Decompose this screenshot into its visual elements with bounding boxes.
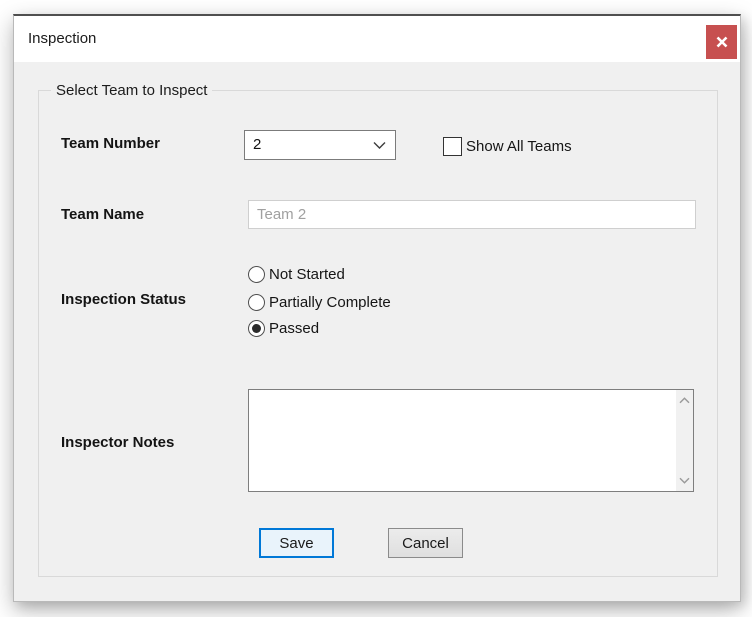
chevron-up-icon: [679, 397, 690, 404]
team-number-value: 2: [253, 131, 261, 159]
team-number-label: Team Number: [61, 135, 160, 152]
team-number-dropdown[interactable]: 2: [244, 130, 396, 160]
scroll-up-button[interactable]: [676, 392, 693, 409]
groupbox-legend: Select Team to Inspect: [51, 81, 212, 101]
radio-option-passed[interactable]: Passed: [248, 318, 319, 338]
show-all-teams-checkbox[interactable]: [443, 137, 462, 156]
chevron-down-icon: [679, 477, 690, 484]
inspector-notes-textarea[interactable]: [248, 389, 694, 492]
radio-circle-icon[interactable]: [248, 294, 265, 311]
close-button[interactable]: [706, 25, 737, 59]
radio-circle-icon[interactable]: [248, 266, 265, 283]
radio-label-not-started[interactable]: Not Started: [269, 266, 345, 283]
inspector-notes-label: Inspector Notes: [61, 434, 174, 451]
team-name-field: Team 2: [248, 200, 696, 229]
radio-option-not-started[interactable]: Not Started: [248, 264, 345, 284]
show-all-teams-label[interactable]: Show All Teams: [466, 138, 572, 155]
cancel-button[interactable]: Cancel: [388, 528, 463, 558]
scroll-down-button[interactable]: [676, 472, 693, 489]
inspection-dialog: Inspection Select Team to Inspect Team N…: [13, 14, 741, 602]
radio-label-passed[interactable]: Passed: [269, 320, 319, 337]
inspection-status-label: Inspection Status: [61, 291, 186, 308]
inspector-notes-value[interactable]: [253, 392, 673, 489]
notes-scrollbar[interactable]: [676, 390, 693, 491]
close-icon: [716, 36, 728, 48]
select-team-groupbox: Select Team to Inspect: [38, 90, 718, 577]
team-name-value: Team 2: [257, 201, 306, 228]
radio-option-partially-complete[interactable]: Partially Complete: [248, 292, 391, 312]
team-name-label: Team Name: [61, 206, 144, 223]
save-button[interactable]: Save: [259, 528, 334, 558]
radio-circle-icon[interactable]: [248, 320, 265, 337]
chevron-down-icon: [373, 141, 386, 150]
window-title: Inspection: [28, 16, 96, 62]
radio-label-partially-complete[interactable]: Partially Complete: [269, 294, 391, 311]
title-bar: Inspection: [14, 16, 740, 62]
